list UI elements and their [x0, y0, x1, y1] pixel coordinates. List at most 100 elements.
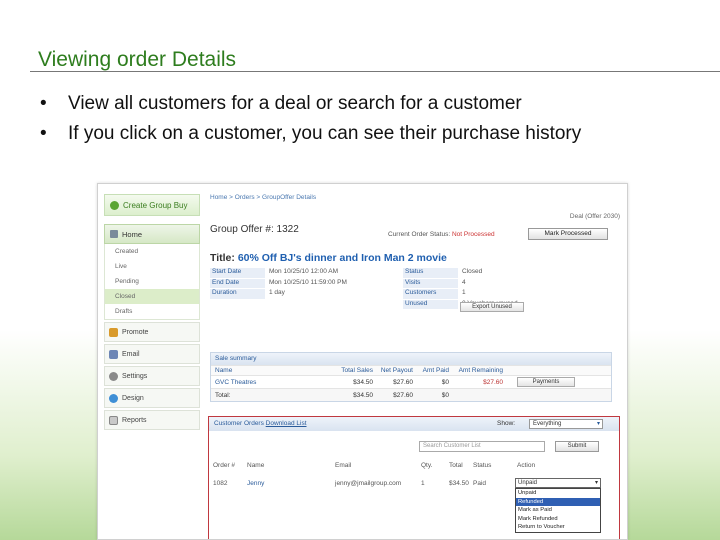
sidebar-item-home[interactable]: Home [104, 224, 200, 244]
sidebar-item-label: Email [122, 350, 140, 358]
sidebar-item-reports[interactable]: Reports [104, 410, 200, 430]
column-header: Name [215, 367, 233, 374]
deal-reference: Deal (Offer 2030) [569, 213, 620, 220]
gear-icon [109, 371, 118, 381]
action-cell: Payments [503, 377, 611, 387]
detail-value: Closed [462, 268, 483, 275]
download-list-link[interactable]: Download List [266, 420, 307, 427]
detail-label: Duration [210, 289, 265, 299]
column-header: Status [473, 462, 492, 469]
show-filter-label: Show: [497, 420, 516, 427]
sidebar-subitem-closed[interactable]: Closed [105, 289, 199, 304]
order-qty: 1 [421, 480, 425, 487]
show-filter-select[interactable]: Everything ▾ [529, 419, 603, 429]
detail-label: Unused [403, 299, 458, 309]
orders-header-row: Order # Name Email Qty. Total Status Act… [209, 462, 619, 469]
order-status-cell: Paid [473, 480, 487, 487]
app-screenshot: Create Group Buy Home Created Live Pendi… [97, 183, 628, 540]
customer-orders-panel: Customer Orders Download List Show: Ever… [208, 416, 620, 539]
table-cell: $34.50 [353, 391, 373, 399]
search-input[interactable]: Search Customer List [419, 441, 545, 452]
submit-button[interactable]: Submit [555, 441, 599, 452]
table-cell: $0 [441, 391, 449, 399]
mark-processed-button[interactable]: Mark Processed [528, 228, 608, 240]
sidebar-item-email[interactable]: Email [104, 344, 200, 364]
merchant-link[interactable]: GVC Theatres [211, 379, 333, 386]
sidebar-item-label: Design [122, 394, 144, 402]
column-header: Action [517, 462, 536, 469]
detail-label: Start Date [210, 268, 265, 278]
action-option[interactable]: Unpaid [516, 489, 600, 498]
action-option[interactable]: Refunded [516, 497, 600, 506]
home-submenu: Created Live Pending Closed Drafts [104, 244, 200, 320]
brand-label: Create Group Buy [123, 200, 188, 210]
table-cell: $27.60 [393, 391, 413, 399]
deal-details: Start Date Mon 10/25/10 12:00 AM Status Clo… [210, 268, 610, 310]
sidebar-item-settings[interactable]: Settings [104, 366, 200, 386]
title-divider [30, 71, 720, 72]
action-option[interactable]: Return to Voucher [516, 523, 600, 532]
detail-label: Customers [403, 289, 458, 299]
table-cell: $27.60 [393, 378, 413, 386]
slide-title: Viewing order Details [38, 48, 237, 71]
breadcrumb[interactable]: Home > Orders > GroupOffer Details [210, 194, 622, 204]
payments-button[interactable]: Payments [517, 377, 575, 387]
table-cell: $0 [441, 378, 449, 386]
sidebar-item-label: Settings [122, 372, 148, 380]
action-option[interactable]: Mark Refunded [516, 515, 600, 524]
status-value: Not Processed [451, 231, 495, 238]
sidebar-item-label: Home [122, 229, 143, 239]
deal-title: Title: 60% Off BJ's dinner and Iron Man … [210, 252, 447, 264]
customer-orders-header: Customer Orders Download List Show: Ever… [209, 417, 619, 431]
action-dropdown-list: Unpaid Refunded Mark as Paid Mark Refund… [515, 488, 601, 533]
detail-row: Duration 1 day Customers 1 [210, 289, 610, 300]
table-cell: $34.50 [353, 378, 373, 386]
table-row: GVC Theatres $34.50 $27.60 $0 $27.60 Pay… [211, 375, 611, 388]
sidebar-item-design[interactable]: Design [104, 388, 200, 408]
detail-value: Mon 10/25/10 12:00 AM [269, 268, 339, 275]
bullet-list: View all customers for a deal or search … [30, 92, 710, 152]
brand-button[interactable]: Create Group Buy [104, 194, 200, 216]
detail-row: End Date Mon 10/25/10 11:59:00 PM Visits 4 [210, 278, 610, 289]
action-select[interactable]: Unpaid ▾ [515, 478, 601, 488]
order-total: $34.50 [449, 480, 469, 487]
column-header: Amt Remaining [458, 367, 503, 374]
main-panel: Home > Orders > GroupOffer Details Deal … [208, 194, 622, 539]
detail-row: Start Date Mon 10/25/10 12:00 AM Status Clo… [210, 268, 610, 279]
table-cell: Total: [215, 391, 231, 399]
email-icon [109, 349, 118, 359]
detail-label: Status [403, 268, 458, 278]
column-header: Order # [213, 462, 236, 469]
customer-orders-title: Customer Orders [214, 420, 264, 427]
sidebar: Create Group Buy Home Created Live Pendi… [104, 194, 200, 430]
column-header: Email [335, 462, 352, 469]
sidebar-subitem-drafts[interactable]: Drafts [105, 304, 199, 319]
column-header: Total [449, 462, 463, 469]
customer-email: jenny@jmailgroup.com [335, 480, 402, 487]
chevron-down-icon: ▾ [596, 421, 600, 427]
column-header: Name [247, 462, 265, 469]
table-header-row: Name Total Sales Net Payout Amt Paid Amt… [211, 365, 611, 375]
customer-name-link[interactable]: Jenny [247, 480, 335, 487]
sidebar-item-label: Reports [122, 416, 147, 424]
sidebar-subitem-pending[interactable]: Pending [105, 274, 199, 289]
detail-label: Visits [403, 278, 458, 288]
order-status: Current Order Status: Not Processed [388, 231, 495, 238]
sidebar-item-label: Promote [122, 328, 149, 336]
show-filter-value: Everything [533, 421, 562, 427]
column-header: Amt Paid [422, 367, 449, 374]
sidebar-subitem-live[interactable]: Live [105, 259, 199, 274]
design-icon [109, 393, 118, 403]
detail-value: 1 [462, 289, 466, 296]
table-cell: $27.60 [483, 378, 503, 386]
column-header: Total Sales [341, 367, 373, 374]
detail-row: Unused0 Vouchers unused [210, 299, 610, 310]
promote-icon [109, 327, 118, 337]
sidebar-item-promote[interactable]: Promote [104, 322, 200, 342]
export-unused-button[interactable]: Export Unused [460, 302, 524, 312]
sidebar-subitem-created[interactable]: Created [105, 244, 199, 259]
chevron-down-icon: ▾ [594, 480, 598, 486]
bullet-item: View all customers for a deal or search … [30, 92, 710, 116]
action-option[interactable]: Mark as Paid [516, 506, 600, 515]
title-prefix: Title: [210, 252, 238, 264]
